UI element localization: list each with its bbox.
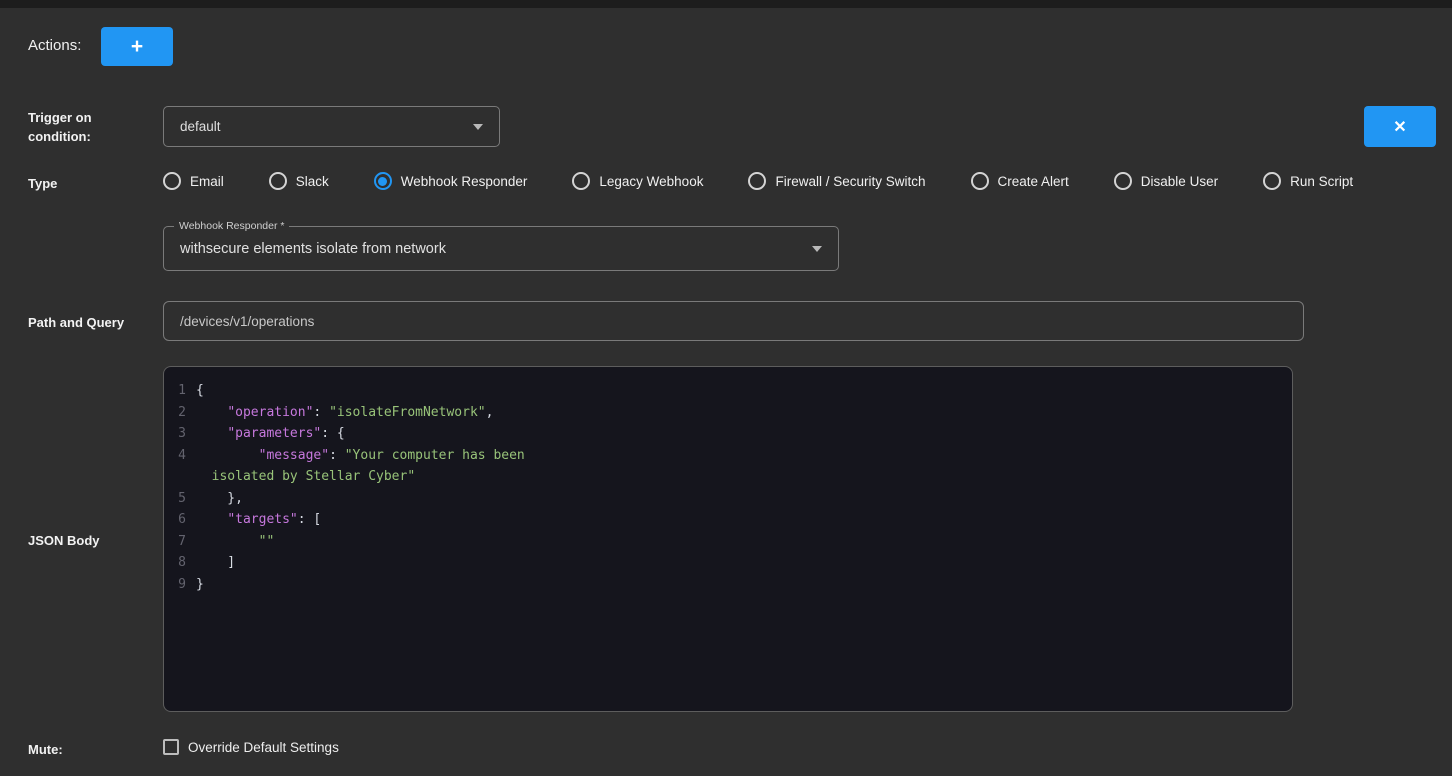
radio-icon[interactable]: [269, 172, 287, 190]
line-number: 8: [164, 552, 196, 574]
radio-label: Run Script: [1290, 174, 1353, 189]
json-body-editor[interactable]: 1{2 "operation": "isolateFromNetwork",3 …: [163, 366, 1293, 712]
type-label: Type: [28, 175, 57, 194]
code-line: 2 "operation": "isolateFromNetwork",: [164, 402, 1284, 424]
code-line: 1{: [164, 380, 1284, 402]
line-number: 6: [164, 509, 196, 531]
code-text: "parameters": {: [196, 423, 345, 445]
close-icon: ✕: [1393, 117, 1406, 137]
radio-label: Create Alert: [998, 174, 1069, 189]
code-line: 6 "targets": [: [164, 509, 1284, 531]
json-editor-lines: 1{2 "operation": "isolateFromNetwork",3 …: [164, 380, 1284, 595]
code-text: "": [196, 531, 274, 553]
code-line: 4 "message": "Your computer has been: [164, 445, 1284, 467]
type-option-webhook-responder[interactable]: Webhook Responder: [374, 172, 528, 190]
line-number: 3: [164, 423, 196, 445]
webhook-responder-value: withsecure elements isolate from network: [180, 241, 802, 257]
radio-label: Legacy Webhook: [599, 174, 703, 189]
code-line: 9}: [164, 574, 1284, 596]
code-line: 7 "": [164, 531, 1284, 553]
code-line: 3 "parameters": {: [164, 423, 1284, 445]
code-text: }: [196, 574, 204, 596]
code-text: "operation": "isolateFromNetwork",: [196, 402, 493, 424]
radio-label: Disable User: [1141, 174, 1218, 189]
type-option-disable-user[interactable]: Disable User: [1114, 172, 1218, 190]
radio-icon[interactable]: [374, 172, 392, 190]
chevron-down-icon: [473, 124, 483, 130]
path-and-query-input[interactable]: [163, 301, 1304, 341]
top-strip: [0, 0, 1452, 8]
radio-label: Firewall / Security Switch: [775, 174, 925, 189]
line-number: 5: [164, 488, 196, 510]
radio-icon[interactable]: [971, 172, 989, 190]
line-number: 4: [164, 445, 196, 467]
code-text: isolated by Stellar Cyber": [196, 466, 415, 488]
type-option-slack[interactable]: Slack: [269, 172, 329, 190]
code-text: "targets": [: [196, 509, 321, 531]
radio-label: Email: [190, 174, 224, 189]
type-options: Email Slack Webhook Responder Legacy Webhoo…: [163, 170, 1353, 192]
webhook-responder-select[interactable]: Webhook Responder * withsecure elements …: [163, 226, 839, 271]
radio-label: Slack: [296, 174, 329, 189]
plus-icon: +: [131, 35, 143, 59]
type-option-firewall-security-switch[interactable]: Firewall / Security Switch: [748, 172, 925, 190]
override-default-settings-label: Override Default Settings: [188, 740, 339, 755]
code-line: 8 ]: [164, 552, 1284, 574]
code-line: 5 },: [164, 488, 1284, 510]
code-text: "message": "Your computer has been: [196, 445, 525, 467]
remove-action-button[interactable]: ✕: [1364, 106, 1436, 147]
radio-label: Webhook Responder: [401, 174, 528, 189]
code-text: },: [196, 488, 243, 510]
radio-icon[interactable]: [1114, 172, 1132, 190]
line-number: 7: [164, 531, 196, 553]
code-line: isolated by Stellar Cyber": [164, 466, 1284, 488]
webhook-responder-label: Webhook Responder *: [174, 219, 289, 233]
json-body-label: JSON Body: [28, 532, 100, 551]
radio-icon[interactable]: [163, 172, 181, 190]
radio-icon[interactable]: [572, 172, 590, 190]
path-and-query-label: Path and Query: [28, 314, 124, 333]
line-number: 9: [164, 574, 196, 596]
type-option-create-alert[interactable]: Create Alert: [971, 172, 1069, 190]
code-text: {: [196, 380, 204, 402]
type-option-run-script[interactable]: Run Script: [1263, 172, 1353, 190]
line-number: [164, 466, 196, 488]
mute-row: Override Default Settings: [163, 739, 339, 755]
code-text: ]: [196, 552, 235, 574]
actions-label: Actions:: [28, 37, 81, 54]
line-number: 1: [164, 380, 196, 402]
radio-icon[interactable]: [1263, 172, 1281, 190]
trigger-condition-value: default: [180, 119, 463, 134]
type-option-legacy-webhook[interactable]: Legacy Webhook: [572, 172, 703, 190]
chevron-down-icon: [812, 246, 822, 252]
add-action-button[interactable]: +: [101, 27, 173, 66]
line-number: 2: [164, 402, 196, 424]
trigger-condition-label: Trigger on condition:: [28, 109, 110, 147]
mute-label: Mute:: [28, 741, 63, 760]
trigger-condition-select[interactable]: default: [163, 106, 500, 147]
override-default-settings-checkbox[interactable]: [163, 739, 179, 755]
type-option-email[interactable]: Email: [163, 172, 224, 190]
radio-icon[interactable]: [748, 172, 766, 190]
